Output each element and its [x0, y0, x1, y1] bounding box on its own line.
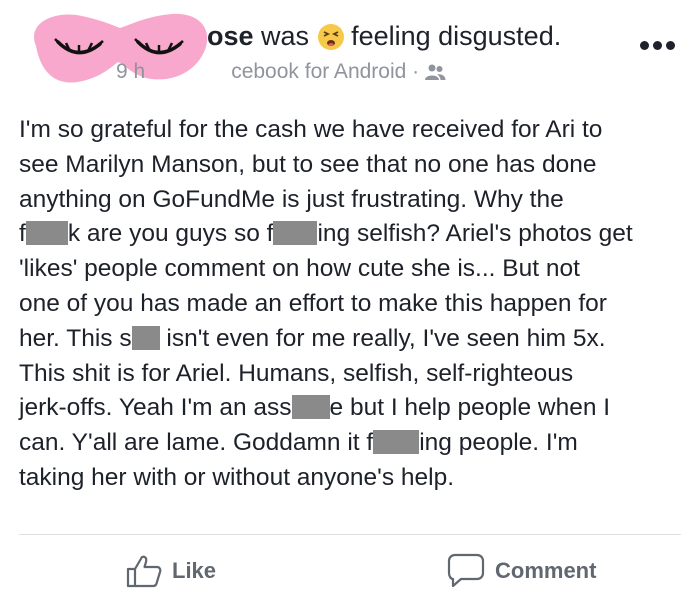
post-line: jerk-offs. Yeah I'm an ass e but I help p… — [19, 394, 611, 422]
post-body: I'm so grateful for the cash we have rec… — [19, 113, 689, 496]
comment-label: Comment — [495, 558, 597, 583]
post-meta: 9 h cebook for Android · — [116, 60, 446, 84]
like-button[interactable]: Like — [126, 553, 216, 589]
post-line: can. Y'all are lame. Goddamn it f ing peo… — [19, 429, 578, 457]
comment-bubble-icon — [447, 553, 485, 588]
post-line: anything on GoFundMe is just frustrating… — [19, 185, 564, 213]
redaction-box — [25, 221, 68, 246]
action-text: was — [261, 21, 310, 51]
post-line: This shit is for Ariel. Humans, selfish,… — [19, 359, 574, 387]
more-options-icon[interactable] — [640, 37, 680, 51]
redaction-box — [291, 395, 330, 420]
friends-icon[interactable] — [424, 63, 446, 81]
post-line: taking her with or without anyone's help… — [19, 463, 455, 491]
comment-button[interactable]: Comment — [447, 553, 596, 589]
redaction-box — [131, 325, 160, 350]
post-line: her. This s isn't even for me really, I'… — [19, 324, 606, 352]
post-line: one of you has made an effort to make th… — [19, 289, 607, 317]
post-author-line: ose was feeling disgusted. — [207, 21, 561, 52]
redaction-box — [373, 430, 420, 455]
post-source: cebook for Android — [231, 60, 407, 83]
action-divider — [19, 534, 681, 535]
post-line: fk are you guys so f ing selfish? Ariel's… — [19, 220, 633, 248]
meta-separator: · — [412, 60, 420, 83]
redaction-box — [273, 221, 318, 246]
feeling-text[interactable]: feeling disgusted. — [351, 21, 561, 52]
post-timestamp[interactable]: 9 h — [116, 60, 145, 84]
like-label: Like — [172, 558, 217, 583]
disgusted-emoji-icon — [318, 23, 345, 50]
post-header: ose was feeling disgusted. 9 h cebook fo… — [0, 0, 700, 95]
post-line: I'm so grateful for the cash we have rec… — [19, 116, 603, 143]
post-line: 'likes' people comment on how cute she i… — [19, 255, 580, 283]
post-line: see Marilyn Manson, but to see that no o… — [19, 150, 597, 178]
author-name[interactable]: ose — [207, 21, 254, 52]
thumbs-up-icon — [126, 555, 162, 588]
